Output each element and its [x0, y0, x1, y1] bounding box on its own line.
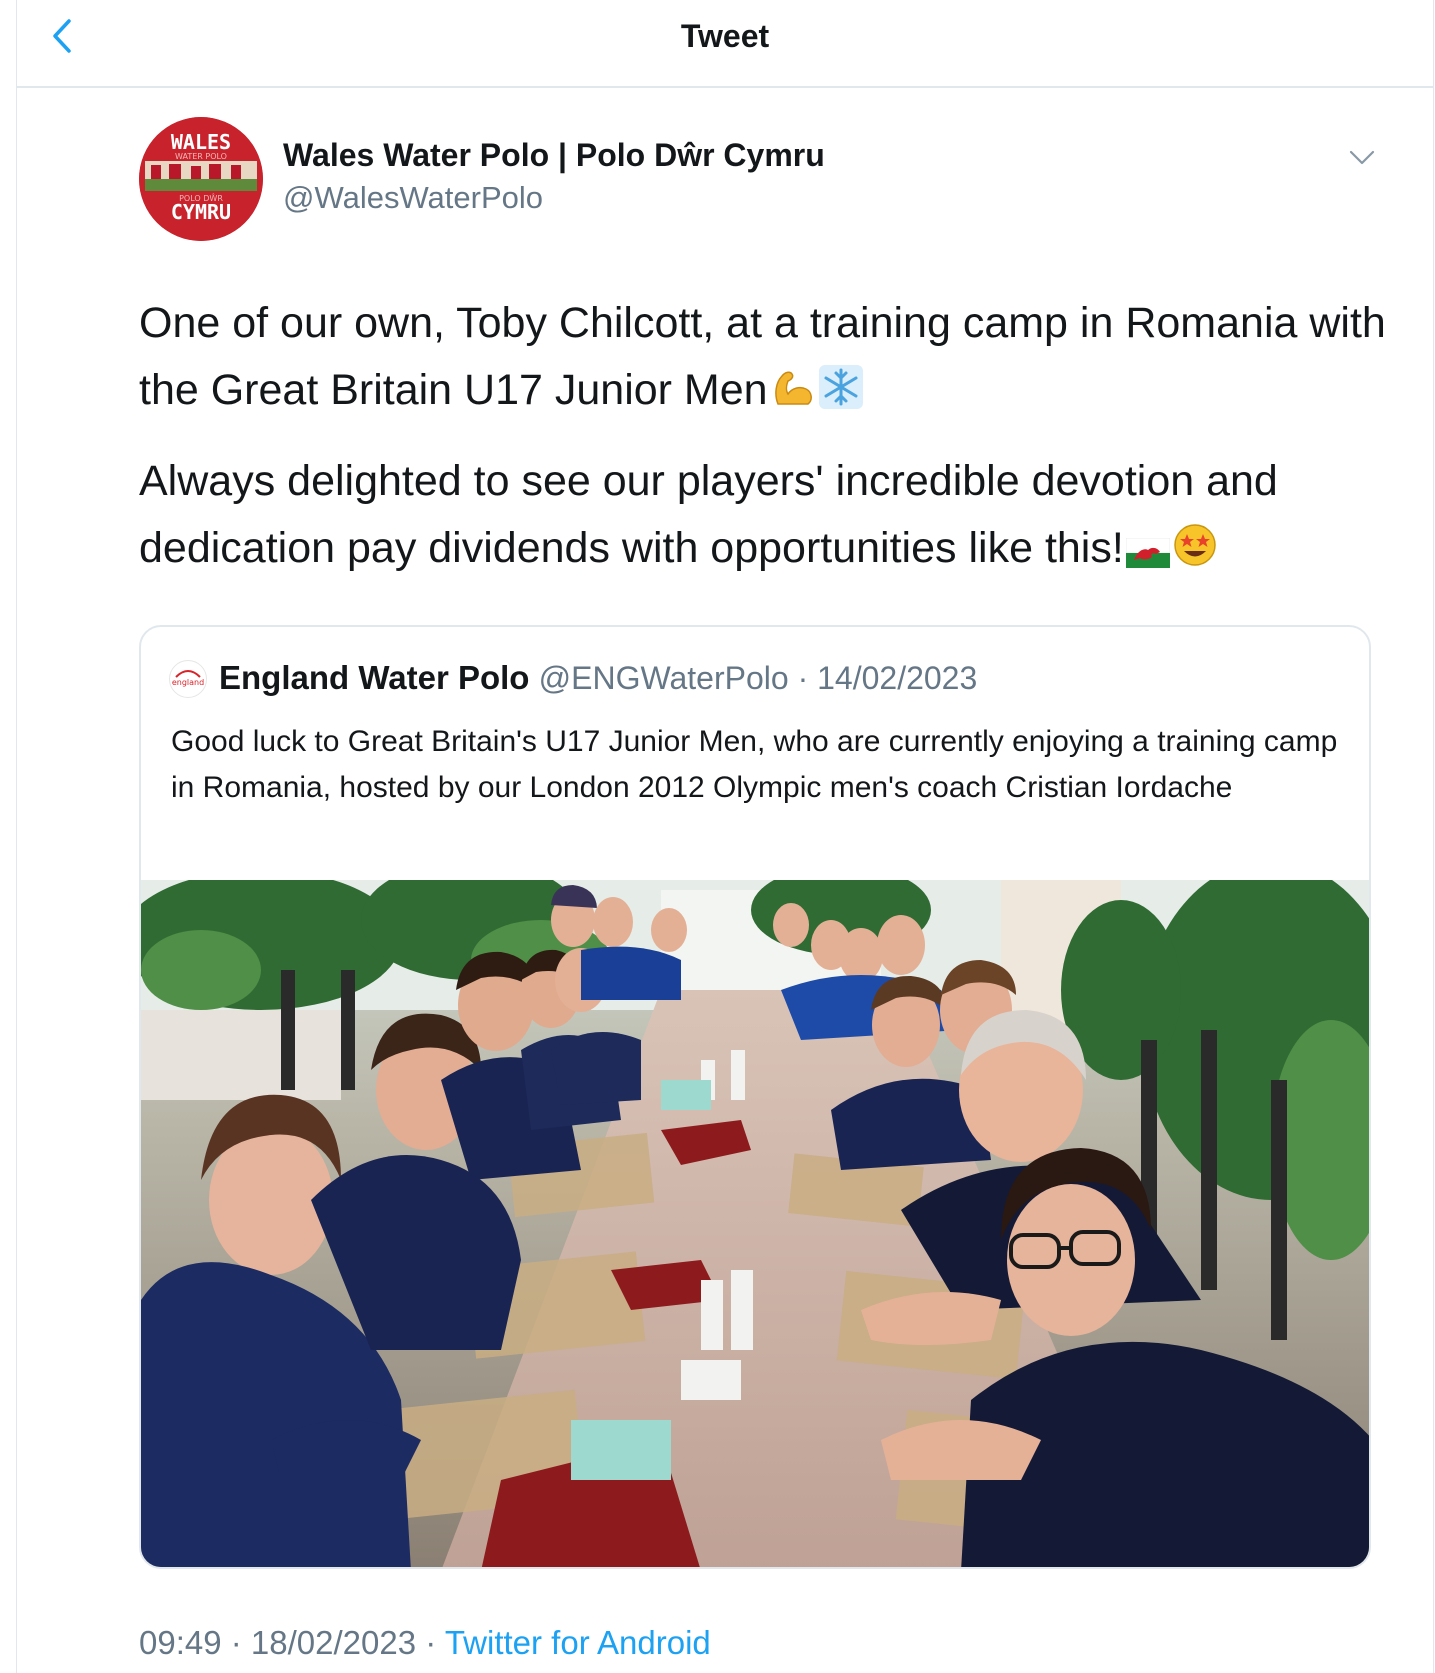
- quoted-date: 14/02/2023: [817, 660, 978, 696]
- wales-flag-icon: [1125, 521, 1171, 588]
- quoted-author-name: England Water Polo: [219, 659, 530, 696]
- snowflake-icon: [818, 363, 864, 430]
- tweet-page: Tweet WALES WATER POLO POLO DŴR CYMRU Wa…: [16, 0, 1434, 1673]
- page-title: Tweet: [680, 18, 770, 54]
- tweet-paragraph-1: One of our own, Toby Chilcott, at a trai…: [139, 290, 1389, 430]
- tweet-text: One of our own, Toby Chilcott, at a trai…: [139, 290, 1389, 606]
- tweet-date: 18/02/2023: [250, 1624, 417, 1661]
- tweet-paragraph-1-text: One of our own, Toby Chilcott, at a trai…: [139, 299, 1386, 414]
- quoted-header: England Water Polo @ENGWaterPolo · 14/02…: [219, 659, 977, 697]
- quoted-separator: ·: [788, 660, 818, 696]
- tweet-time: 09:49: [139, 1624, 222, 1661]
- avatar-text-top: WALES: [171, 130, 231, 154]
- quoted-text: Good luck to Great Britain's U17 Junior …: [171, 725, 1338, 804]
- tweet-paragraph-2: Always delighted to see our players' inc…: [139, 448, 1389, 588]
- quoted-photo[interactable]: [141, 880, 1369, 1567]
- avatar-text-bottom: CYMRU: [171, 200, 231, 224]
- quoted-author-handle: @ENGWaterPolo: [538, 660, 789, 696]
- avatar-text-mid: WATER POLO: [175, 152, 227, 161]
- author-name[interactable]: Wales Water Polo | Polo Dŵr Cymru: [283, 137, 825, 174]
- author-handle[interactable]: @WalesWaterPolo: [283, 180, 543, 216]
- avatar[interactable]: WALES WATER POLO POLO DŴR CYMRU: [139, 117, 263, 241]
- tweet-meta: 09:49 · 18/02/2023 · Twitter for Android: [139, 1624, 711, 1662]
- quoted-avatar-text: england: [172, 678, 204, 687]
- quoted-tweet[interactable]: england England Water Polo @ENGWaterPolo…: [139, 625, 1371, 1569]
- top-bar: Tweet: [17, 0, 1433, 88]
- tweet-source-link[interactable]: Twitter for Android: [445, 1624, 711, 1661]
- more-options-button[interactable]: [1347, 146, 1377, 170]
- quoted-avatar[interactable]: england: [169, 660, 207, 698]
- meta-separator-1: ·: [221, 1624, 251, 1661]
- chevron-down-icon: [1349, 150, 1375, 165]
- flexed-biceps-icon: [770, 363, 816, 430]
- tweet-paragraph-2-text: Always delighted to see our players' inc…: [139, 457, 1278, 572]
- meta-separator-2: ·: [416, 1624, 445, 1661]
- star-struck-icon: [1172, 521, 1218, 588]
